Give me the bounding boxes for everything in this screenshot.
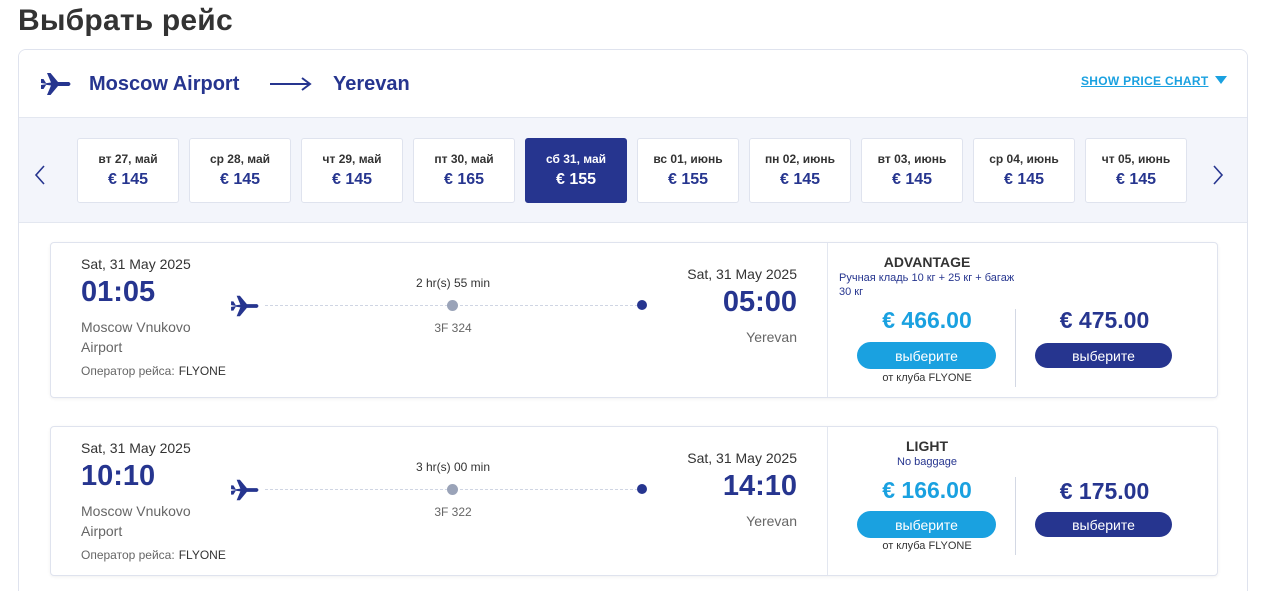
select-standard-fare-button[interactable]: выберите	[1035, 343, 1172, 368]
date-card[interactable]: пн 02, июнь € 145	[749, 138, 851, 203]
route-destination: Yerevan	[333, 73, 410, 95]
date-price: € 145	[331, 171, 373, 188]
date-price: € 145	[891, 171, 933, 188]
departure-airport: Moscow Vnukovo Airport	[81, 503, 191, 539]
departure-airport: Moscow Vnukovo Airport	[81, 319, 191, 355]
club-note: от клуба FLYONE	[882, 372, 972, 384]
date-price: € 155	[555, 171, 597, 188]
fare-description: No baggage	[897, 456, 957, 468]
arrow-right-icon	[270, 77, 312, 91]
arrival-date: Sat, 31 May 2025	[687, 266, 797, 282]
date-label: чт 29, май	[322, 152, 382, 166]
date-card-selected[interactable]: сб 31, май € 155	[525, 138, 627, 203]
flight-midpoint-dot	[447, 300, 458, 311]
flight-duration: 2 hr(s) 55 min	[415, 276, 491, 290]
date-card[interactable]: вт 27, май € 145	[77, 138, 179, 203]
operator-line: Оператор рейса: FLYONE	[81, 548, 226, 562]
plane-icon	[231, 479, 259, 501]
flight-card: Sat, 31 May 2025 10:10 Moscow Vnukovo Ai…	[50, 426, 1218, 576]
fare-panel: LIGHT No baggage € 166.00 выберите от кл…	[827, 427, 1218, 575]
club-price: € 166.00	[882, 477, 972, 503]
operator-label: Оператор рейса:	[81, 548, 175, 562]
operator-label: Оператор рейса:	[81, 364, 175, 378]
flight-duration: 3 hr(s) 00 min	[415, 460, 491, 474]
page-title: Выбрать рейс	[18, 4, 233, 37]
flight-number: 3F 322	[434, 505, 472, 519]
date-price: € 145	[779, 171, 821, 188]
plane-icon	[231, 295, 259, 317]
flight-selection-panel: Moscow Airport Yerevan SHOW PRICE CHART …	[18, 49, 1248, 591]
date-label: вт 03, июнь	[877, 152, 947, 166]
date-price: € 145	[1115, 171, 1157, 188]
show-price-chart-link[interactable]: SHOW PRICE CHART	[1081, 74, 1208, 88]
date-price: € 145	[1003, 171, 1045, 188]
date-card[interactable]: чт 05, июнь € 145	[1085, 138, 1187, 203]
flight-endpoint-dot	[637, 484, 647, 494]
flight-number: 3F 324	[434, 321, 472, 335]
flight-card: Sat, 31 May 2025 01:05 Moscow Vnukovo Ai…	[50, 242, 1218, 398]
select-club-fare-button[interactable]: выберите	[857, 342, 996, 369]
departure-time: 01:05	[81, 276, 156, 308]
fare-divider	[1015, 477, 1016, 555]
arrival-date: Sat, 31 May 2025	[687, 450, 797, 466]
club-note: от клуба FLYONE	[882, 540, 972, 552]
date-card[interactable]: вт 03, июнь € 145	[861, 138, 963, 203]
club-price: € 466.00	[882, 307, 972, 333]
departure-date: Sat, 31 May 2025	[81, 440, 191, 456]
plane-icon	[41, 73, 71, 95]
date-card[interactable]: вс 01, июнь € 155	[637, 138, 739, 203]
route-origin: Moscow Airport	[89, 73, 240, 95]
fare-name: LIGHT	[906, 438, 948, 454]
chevron-left-icon[interactable]	[33, 164, 47, 186]
select-club-fare-button[interactable]: выберите	[857, 511, 996, 538]
date-label: сб 31, май	[545, 152, 607, 166]
date-label: пт 30, май	[434, 152, 494, 166]
standard-price: € 175.00	[1059, 478, 1150, 504]
fare-description: Ручная кладь 10 кг + 25 кг + багаж 30 кг	[839, 272, 1015, 298]
fare-name: ADVANTAGE	[883, 254, 971, 270]
date-label: вс 01, июнь	[653, 152, 723, 166]
date-price: € 155	[667, 171, 709, 188]
flight-endpoint-dot	[637, 300, 647, 310]
date-label: чт 05, июнь	[1101, 152, 1171, 166]
caret-down-icon[interactable]	[1215, 76, 1227, 84]
route-header: Moscow Airport Yerevan SHOW PRICE CHART	[19, 50, 1247, 118]
date-price: € 145	[107, 171, 149, 188]
date-card[interactable]: пт 30, май € 165	[413, 138, 515, 203]
chevron-right-icon[interactable]	[1211, 164, 1225, 186]
arrival-time: 05:00	[722, 286, 797, 318]
flight-midpoint-dot	[447, 484, 458, 495]
date-label: ср 04, июнь	[989, 152, 1059, 166]
fare-panel: ADVANTAGE Ручная кладь 10 кг + 25 кг + б…	[827, 243, 1218, 397]
date-card[interactable]: чт 29, май € 145	[301, 138, 403, 203]
departure-date: Sat, 31 May 2025	[81, 256, 191, 272]
date-card[interactable]: ср 28, май € 145	[189, 138, 291, 203]
date-label: ср 28, май	[209, 152, 271, 166]
departure-time: 10:10	[81, 460, 156, 492]
operator-name: FLYONE	[178, 548, 226, 562]
operator-name: FLYONE	[178, 364, 226, 378]
arrival-city: Yerevan	[746, 513, 797, 529]
operator-line: Оператор рейса: FLYONE	[81, 364, 226, 378]
date-selector: вт 27, май € 145 ср 28, май € 145 чт 29,…	[19, 118, 1247, 223]
date-label: вт 27, май	[98, 152, 158, 166]
standard-price: € 475.00	[1059, 307, 1150, 333]
date-price: € 165	[443, 171, 485, 188]
select-standard-fare-button[interactable]: выберите	[1035, 512, 1172, 537]
date-card[interactable]: ср 04, июнь € 145	[973, 138, 1075, 203]
arrival-time: 14:10	[722, 470, 797, 502]
arrival-city: Yerevan	[746, 329, 797, 345]
date-price: € 145	[219, 171, 261, 188]
date-label: пн 02, июнь	[764, 152, 836, 166]
fare-divider	[1015, 309, 1016, 387]
